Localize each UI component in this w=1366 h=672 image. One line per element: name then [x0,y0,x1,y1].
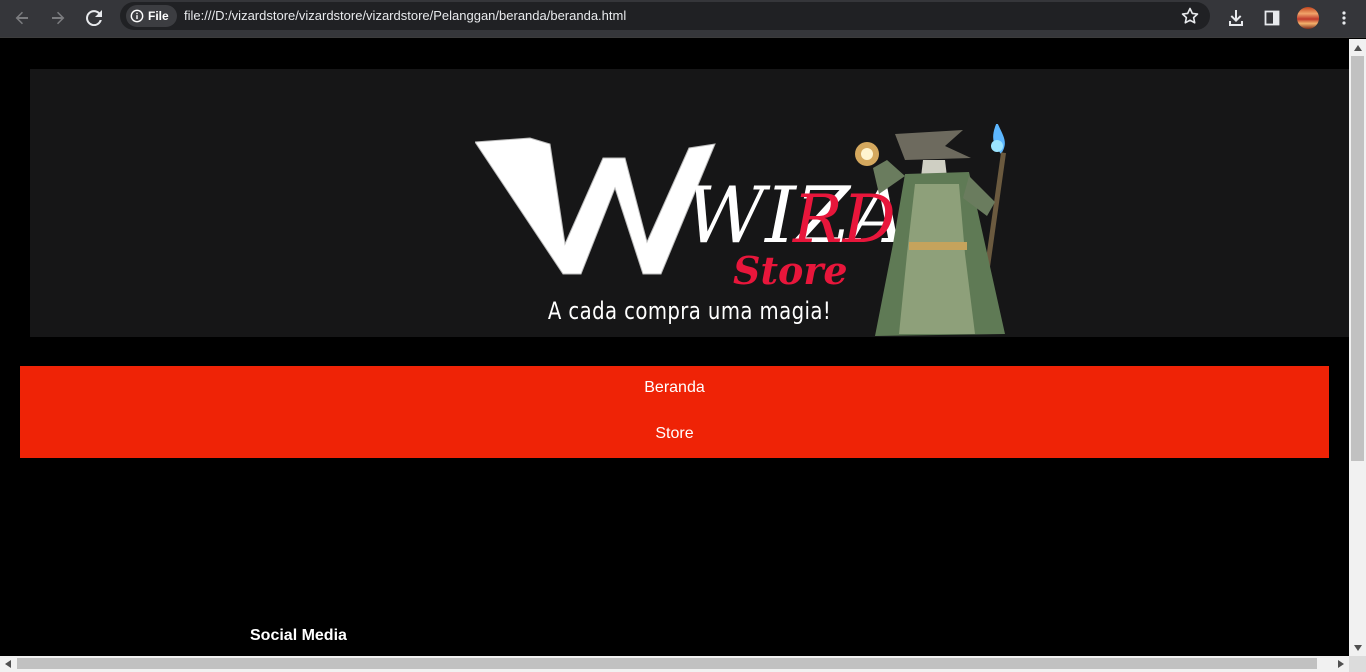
vertical-scrollbar[interactable] [1349,39,1366,656]
kebab-menu-icon [1342,11,1346,25]
star-icon [1181,7,1199,24]
reload-icon [86,10,102,26]
url-text[interactable]: file:///D:/vizardstore/vizardstore/vizar… [184,8,626,23]
scrollbar-corner [1349,656,1366,672]
page-viewport: WIZA RD Store A cada compra uma magia! B… [0,39,1349,656]
horizontal-scroll-thumb[interactable] [17,658,1317,669]
back-button[interactable] [8,4,36,32]
profile-avatar [1297,7,1319,29]
scroll-right-arrow[interactable] [1333,656,1349,672]
forward-icon [52,11,65,25]
chevron-left-icon [5,660,11,668]
nav-item-store[interactable]: Store [20,412,1329,458]
menu-button[interactable] [1330,4,1358,32]
nav-item-beranda[interactable]: Beranda [20,366,1329,412]
chevron-down-icon [1353,644,1362,651]
reload-button[interactable] [80,4,108,32]
vertical-scroll-thumb[interactable] [1351,56,1364,461]
side-panel-icon [1264,10,1280,26]
scroll-left-arrow[interactable] [0,656,16,672]
scroll-down-arrow[interactable] [1349,639,1366,656]
header-banner: WIZA RD Store A cada compra uma magia! [30,69,1349,337]
info-icon [130,9,144,23]
scroll-up-arrow[interactable] [1349,39,1366,56]
profile-button[interactable] [1294,4,1322,32]
tagline: A cada compra uma magia! [547,297,832,325]
forward-button[interactable] [44,4,72,32]
site-info-chip[interactable]: File [126,5,177,27]
main-nav: Beranda Store [20,366,1329,458]
site-chip-label: File [148,9,169,23]
side-panel-button[interactable] [1258,4,1286,32]
chevron-up-icon [1353,44,1362,51]
download-icon [1229,10,1243,26]
logo-sub-text: Store [733,248,848,293]
address-bar[interactable]: File file:///D:/vizardstore/vizardstore/… [120,2,1210,30]
back-icon [15,11,28,25]
social-media-heading: Social Media [250,627,347,644]
chevron-right-icon [1338,660,1344,668]
browser-toolbar: File file:///D:/vizardstore/vizardstore/… [0,0,1366,38]
horizontal-scrollbar[interactable] [0,656,1349,672]
bookmark-button[interactable] [1180,6,1200,26]
downloads-button[interactable] [1222,4,1250,32]
